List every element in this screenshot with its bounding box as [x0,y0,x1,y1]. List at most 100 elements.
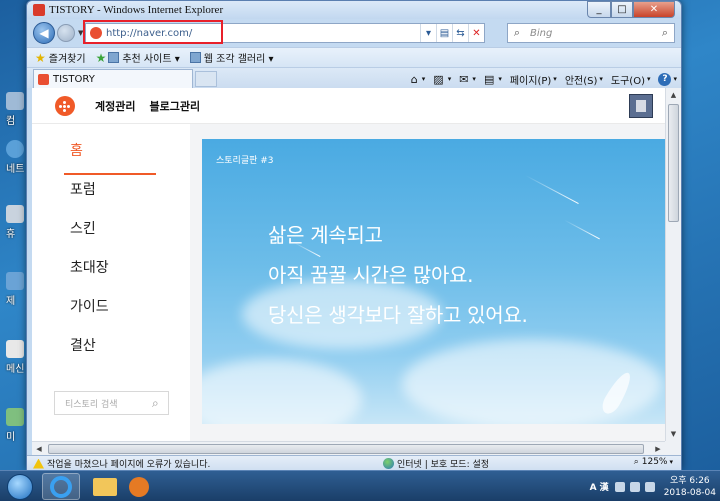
desktop-icon-computer[interactable]: 컴 [6,92,28,127]
scrollbar-corner [665,441,681,455]
tab-favicon-icon [38,73,49,85]
scroll-up-icon[interactable]: ▲ [666,88,681,102]
close-button[interactable]: ✕ [633,1,675,18]
clock-date: 2018-08-04 [663,487,716,498]
desktop-icon-recycle[interactable]: 휴 [6,205,28,240]
scroll-left-icon[interactable]: ◀ [32,442,46,455]
browser-window: TISTORY - Windows Internet Explorer _ □ … [26,0,682,471]
sidebar-item-home[interactable]: 홈 [70,140,83,160]
desktop-icon-messenger[interactable]: 메신 [6,340,28,375]
address-highlight-box [83,20,223,44]
clock[interactable]: 오후 6:26 2018-08-04 [664,475,716,499]
zoom-control[interactable]: ⌕ 125% ▾ [634,457,673,467]
sidebar-item-report[interactable]: 결산 [70,335,96,355]
search-icon[interactable]: ⌕ [152,396,168,411]
help-icon: ? [658,72,672,86]
navigation-bar: ◀ ▼ http://naver.com/ ▾ ▤ ⇆ ✕ ⌕ Bing ⌕ [27,19,681,47]
address-tools: ▾ ▤ ⇆ ✕ [420,24,484,42]
tray-monitor-icon[interactable] [629,481,640,492]
control-panel-icon [6,272,24,290]
sidebar: 홈 포럼 스킨 초대장 가이드 결산 티스토리 검색 ⌕ [32,124,190,441]
forward-button[interactable] [57,24,75,42]
web-slice-gallery-button[interactable]: 웹 조각 갤러리 ▾ [189,50,274,65]
story-banner[interactable]: 스토리글판 #3 삶은 계속되고 아직 꿈꿀 시간은 많아요. 당신은 생각보다… [202,139,665,424]
scroll-right-icon[interactable]: ▶ [651,442,665,455]
home-button[interactable]: ⌂ ▾ [411,73,426,86]
account-settings-link[interactable]: 계정관리 [95,98,135,114]
search-input[interactable]: Bing [530,28,656,39]
title-bar[interactable]: TISTORY - Windows Internet Explorer [27,1,681,19]
add-favorite-icon: ★ [95,50,107,65]
internet-explorer-icon [50,475,72,498]
tab-row: TISTORY ⌂ ▾ ▨ ▾ ✉ ▾ ▤ ▾ 페이지(P) ▾ 안전(S) ▾ 도구(O)… [27,67,681,88]
media-player-icon [129,476,149,497]
shortcut-icon [6,408,24,426]
blog-admin-link[interactable]: 블로그관리 [149,98,200,114]
internet-zone-icon [383,458,394,469]
folder-icon [93,477,117,496]
back-button[interactable]: ◀ [33,22,55,44]
horizontal-scrollbar[interactable]: ◀ ▶ [32,441,665,455]
window-title: TISTORY - Windows Internet Explorer [49,4,224,16]
volume-icon[interactable] [644,481,655,492]
feeds-button[interactable]: ▨ ▾ [433,73,451,86]
tools-menu[interactable]: 도구(O) ▾ [611,72,651,87]
help-button[interactable]: ? ▾ [658,72,677,86]
sidebar-item-forum[interactable]: 포럼 [70,179,96,199]
tistory-favicon-icon [33,4,45,16]
compatibility-view-icon[interactable]: ▤ [436,24,452,42]
banner-line-2: 아직 꿈꿀 시간은 많아요. [268,263,474,287]
suggested-sites-icon [108,52,120,63]
search-button-icon[interactable]: ⌕ [656,26,674,40]
stop-icon[interactable]: ✕ [468,24,484,42]
vertical-scrollbar[interactable]: ▲ ▼ [665,88,681,441]
sidebar-item-skin[interactable]: 스킨 [70,218,96,238]
mail-button[interactable]: ✉ ▾ [459,73,476,86]
web-slice-icon [189,52,201,63]
tistory-search-input[interactable]: 티스토리 검색 ⌕ [54,391,169,415]
desktop-icon-misc[interactable]: 미 [6,408,28,443]
site-header: 계정관리 블로그관리 [32,88,665,124]
start-button[interactable] [0,473,40,501]
new-tab-button[interactable] [195,71,217,87]
favorites-button[interactable]: ★ 즐겨찾기 [35,50,86,66]
taskbar-media-button[interactable] [120,473,158,500]
taskbar-ie-button[interactable] [42,473,80,500]
avatar[interactable] [629,94,653,118]
warning-icon[interactable] [33,458,44,469]
status-bar: 작업을 마쳤으나 페이지에 오류가 있습니다. 인터넷 | 보호 모드: 설정 … [27,455,681,471]
mail-icon: ✉ [459,72,469,86]
security-zone[interactable]: 인터넷 | 보호 모드: 설정 [383,457,489,470]
scroll-down-icon[interactable]: ▼ [666,427,681,441]
tab-tistory[interactable]: TISTORY [33,69,193,88]
computer-icon [6,92,24,110]
print-button[interactable]: ▤ ▾ [484,73,502,86]
suggested-sites-button[interactable]: ★ 추천 사이트 ▾ [95,50,180,66]
sidebar-item-guide[interactable]: 가이드 [70,296,109,316]
command-bar: ⌂ ▾ ▨ ▾ ✉ ▾ ▤ ▾ 페이지(P) ▾ 안전(S) ▾ 도구(O) ▾ ? ▾ [403,70,677,88]
active-underline [64,173,156,175]
tistory-logo-icon[interactable] [55,95,75,116]
home-icon: ⌂ [410,72,418,86]
minimize-button[interactable]: _ [587,1,611,18]
desktop-icon-network[interactable]: 네트 [6,140,28,175]
maximize-button[interactable]: □ [611,1,633,18]
search-box[interactable]: ⌕ Bing ⌕ [507,23,675,43]
ime-indicator[interactable]: A 漢 [590,480,609,493]
vertical-scroll-thumb[interactable] [668,104,679,222]
safety-menu[interactable]: 안전(S) ▾ [565,72,603,87]
window-controls: _ □ ✕ [587,1,675,18]
taskbar-explorer-button[interactable] [86,473,124,500]
recycle-bin-icon [6,205,24,223]
refresh-icon[interactable]: ⇆ [452,24,468,42]
windows-orb-icon [7,474,33,500]
tray-flag-icon[interactable] [614,481,625,492]
sidebar-item-invite[interactable]: 초대장 [70,257,109,277]
desktop-icon-control[interactable]: 제 [6,272,28,307]
horizontal-scroll-thumb[interactable] [48,444,644,454]
network-icon [6,140,24,158]
page-menu[interactable]: 페이지(P) ▾ [510,72,557,87]
address-dropdown-icon[interactable]: ▾ [420,24,436,42]
rss-icon: ▨ [433,72,444,86]
status-message[interactable]: 작업을 마쳤으나 페이지에 오류가 있습니다. [47,457,210,470]
